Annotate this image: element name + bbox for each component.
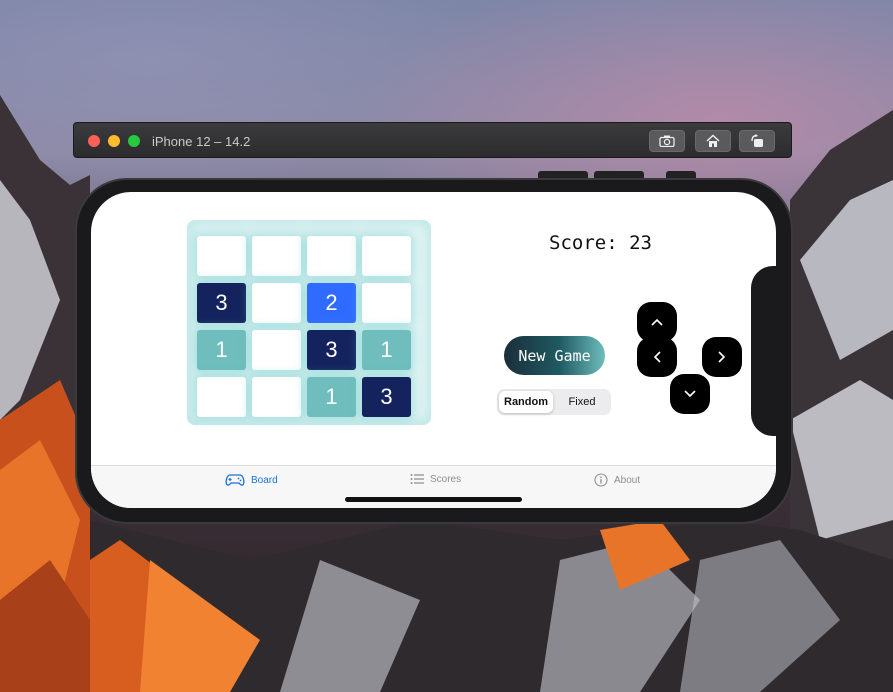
chevron-down-icon xyxy=(684,390,696,398)
board-tile-2: 2 xyxy=(307,283,356,323)
home-indicator xyxy=(345,497,522,502)
board-tile-empty xyxy=(252,377,301,417)
zoom-window-button[interactable] xyxy=(128,135,140,147)
game-board: 3213113 xyxy=(187,220,431,425)
simulator-title: iPhone 12 – 14.2 xyxy=(152,134,251,149)
board-tile-1: 1 xyxy=(197,330,246,370)
board-tile-empty xyxy=(197,377,246,417)
tab-about[interactable]: About xyxy=(594,473,640,487)
move-down-button[interactable] xyxy=(670,374,710,414)
gamecontroller-icon xyxy=(225,474,245,486)
home-button[interactable] xyxy=(695,130,731,152)
board-tile-1: 1 xyxy=(362,330,411,370)
screenshot-button[interactable] xyxy=(649,130,685,152)
tab-scores-label: Scores xyxy=(430,473,462,485)
board-tile-empty xyxy=(252,236,301,276)
chevron-left-icon xyxy=(653,351,661,363)
board-tile-3: 3 xyxy=(362,377,411,417)
mode-random-option[interactable]: Random xyxy=(499,391,553,413)
board-tile-3: 3 xyxy=(307,330,356,370)
home-icon xyxy=(706,134,720,147)
board-tile-empty xyxy=(307,236,356,276)
sensor-housing-notch xyxy=(751,266,781,436)
board-tile-1: 1 xyxy=(307,377,356,417)
rotate-icon xyxy=(751,134,763,147)
board-tile-empty xyxy=(252,330,301,370)
tab-board-label: Board xyxy=(251,474,278,486)
board-tile-empty xyxy=(362,283,411,323)
info-icon xyxy=(594,473,608,487)
simulator-titlebar: iPhone 12 – 14.2 xyxy=(73,122,792,158)
tab-about-label: About xyxy=(614,474,641,486)
camera-icon xyxy=(659,135,675,147)
mode-fixed-option[interactable]: Fixed xyxy=(555,391,609,413)
app-screen: 3213113 Score: 23 New Game Random Fixed … xyxy=(91,192,776,508)
move-up-button[interactable] xyxy=(637,302,677,342)
rotate-button[interactable] xyxy=(739,130,775,152)
new-game-button[interactable]: New Game xyxy=(504,336,605,375)
board-tile-empty xyxy=(252,283,301,323)
minimize-window-button[interactable] xyxy=(108,135,120,147)
mode-segmented-control: Random Fixed xyxy=(497,389,611,415)
score-label: Score: 23 xyxy=(549,232,652,254)
move-left-button[interactable] xyxy=(637,337,677,377)
chevron-up-icon xyxy=(651,318,663,326)
move-right-button[interactable] xyxy=(702,337,742,377)
tab-scores[interactable]: Scores xyxy=(410,473,461,485)
board-tile-empty xyxy=(362,236,411,276)
chevron-right-icon xyxy=(718,351,726,363)
tab-board[interactable]: Board xyxy=(225,473,278,487)
close-window-button[interactable] xyxy=(88,135,100,147)
board-tile-empty xyxy=(197,236,246,276)
list-icon xyxy=(410,474,424,484)
board-tile-3: 3 xyxy=(197,283,246,323)
